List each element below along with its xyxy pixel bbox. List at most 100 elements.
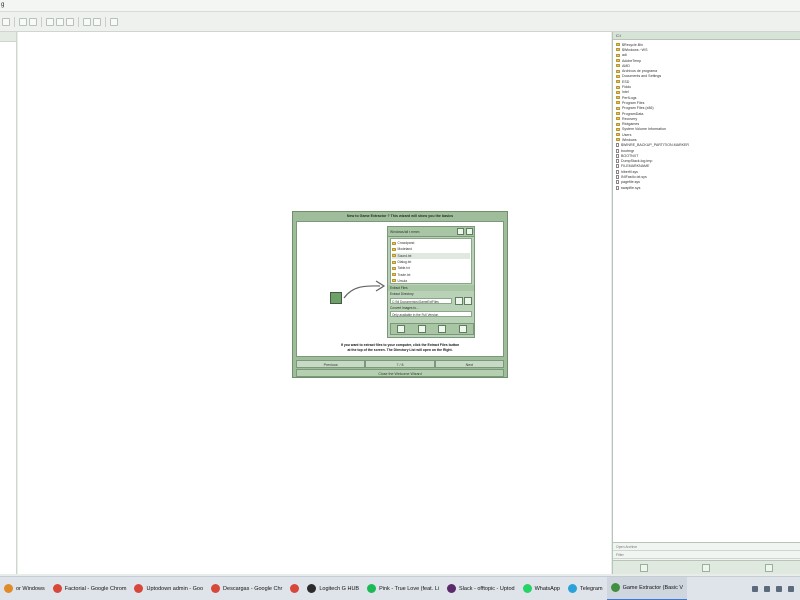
extract-all-icon bbox=[417, 325, 426, 333]
taskbar-item-label: Telegram bbox=[579, 585, 603, 592]
directory-item-label: Program Files (x86) bbox=[622, 106, 654, 111]
directory-item-label: Intel bbox=[622, 90, 629, 95]
extract-files-icon[interactable] bbox=[83, 17, 91, 26]
taskbar-item[interactable]: Slack - offtopic - Uptod bbox=[443, 577, 519, 600]
close-wizard-button[interactable]: Close the Welcome Wizard bbox=[296, 369, 504, 377]
directory-item-label: $Windows.~WS bbox=[622, 47, 648, 52]
taskbar-item-label: Logitech G HUB bbox=[319, 585, 360, 592]
directory-item[interactable]: swapfile.sys bbox=[616, 185, 797, 190]
directory-item-label: Fiddo bbox=[622, 85, 631, 90]
file-icon bbox=[616, 169, 619, 174]
new-archive-icon[interactable] bbox=[2, 17, 10, 26]
directory-item-label: swapfile.sys bbox=[621, 185, 641, 190]
taskbar-item[interactable]: Logitech G HUB bbox=[303, 577, 363, 600]
taskbar-item[interactable]: Factorial - Google Chrom bbox=[49, 577, 131, 600]
directory-item-label: FILEMARKNAME bbox=[621, 164, 650, 169]
file-icon bbox=[616, 159, 619, 164]
directory-path[interactable]: C:\ bbox=[613, 32, 800, 40]
preview-icon[interactable] bbox=[93, 17, 101, 26]
directory-item-label: Program Files bbox=[622, 100, 645, 105]
taskbar-item-label: Descargas - Google Chr bbox=[223, 585, 283, 592]
extract-preview-icon bbox=[438, 325, 447, 333]
demo-panel-path: Windows/all r.mmm bbox=[390, 230, 420, 234]
add-files-icon[interactable] bbox=[46, 17, 54, 26]
toolbar-separator bbox=[78, 16, 79, 27]
open-archive-field[interactable]: Open Archive bbox=[613, 543, 800, 551]
directory-panel-buttons bbox=[613, 560, 800, 574]
folder-icon bbox=[616, 127, 620, 131]
folder-icon bbox=[616, 64, 620, 68]
file-icon bbox=[616, 164, 619, 169]
directory-panel-footer: Open Archive Filter bbox=[613, 542, 800, 574]
file-icon bbox=[616, 153, 619, 158]
taskbar: or Windows Factorial - Google Chrom Uptodo… bbox=[0, 576, 800, 600]
add-icon[interactable] bbox=[702, 563, 711, 572]
network-icon[interactable] bbox=[752, 585, 758, 592]
previous-button[interactable]: Previous bbox=[296, 360, 366, 368]
taskbar-item[interactable]: Pink - True Love (feat. Li bbox=[363, 577, 443, 600]
demo-panel-buttons bbox=[390, 323, 474, 335]
folder-icon bbox=[392, 266, 396, 270]
file-icon bbox=[616, 143, 619, 148]
directory-item-label: $WINRE_BACKUP_PARTITION.MARKER bbox=[621, 143, 689, 148]
directory-item-label: AMD bbox=[622, 63, 630, 68]
directory-item-label: Users bbox=[622, 132, 632, 137]
taskbar-item[interactable] bbox=[286, 577, 303, 600]
folder-icon bbox=[616, 90, 620, 94]
directory-list-panel: C:\ $Recycle.Bin $Windows.~WS adi AdobeTemp… bbox=[612, 32, 800, 574]
options-icon[interactable] bbox=[110, 17, 118, 26]
folder-icon bbox=[392, 279, 396, 283]
window-title: g bbox=[1, 2, 5, 8]
file-icon bbox=[616, 175, 619, 180]
folder-icon bbox=[616, 48, 620, 52]
browse-folder-icon bbox=[455, 297, 463, 305]
file-icon bbox=[616, 148, 619, 153]
wizard-demo-panel: Windows/all r.mmm Crowdpand Modeland Sound… bbox=[387, 226, 475, 338]
app-icon bbox=[290, 584, 300, 593]
volume-icon[interactable] bbox=[764, 585, 770, 592]
taskbar-item[interactable]: WhatsApp bbox=[519, 577, 564, 600]
taskbar-item-label: Factorial - Google Chrom bbox=[64, 585, 127, 592]
toolbar-separator bbox=[41, 16, 42, 27]
extract-save-icon bbox=[458, 325, 467, 333]
left-panel bbox=[0, 32, 17, 574]
folder-icon bbox=[616, 53, 620, 57]
open-archive-icon[interactable] bbox=[19, 17, 27, 26]
rename-files-icon[interactable] bbox=[66, 17, 74, 26]
taskbar-item[interactable]: Game Extractor (Basic V bbox=[606, 576, 688, 600]
directory-list: $Recycle.Bin $Windows.~WS adi AdobeTemp AMD A… bbox=[613, 40, 800, 192]
taskbar-item[interactable]: Descargas - Google Chr bbox=[207, 577, 286, 600]
directory-item-label: System Volume Information bbox=[622, 127, 666, 132]
wizard-title: New to Game Extractor ? This wizard will… bbox=[346, 214, 454, 218]
taskbar-item[interactable]: Uptodown admin - Goo bbox=[130, 577, 207, 600]
folder-icon bbox=[616, 43, 620, 47]
file-icon bbox=[616, 185, 619, 190]
help-line-2: at the top of the screen. The Directory … bbox=[347, 347, 453, 352]
directory-item-label: AdobeTemp bbox=[622, 58, 642, 63]
directory-item-label: ProgramData bbox=[622, 111, 644, 116]
folder-icon bbox=[616, 59, 620, 63]
taskbar-item[interactable]: or Windows bbox=[0, 577, 49, 600]
folder-icon bbox=[616, 122, 620, 126]
demo-list-item-label: Modeland bbox=[397, 247, 412, 252]
save-archive-icon[interactable] bbox=[29, 17, 37, 26]
filter-field[interactable]: Filter bbox=[613, 551, 800, 559]
app-icon bbox=[367, 584, 377, 593]
folder-icon bbox=[616, 85, 620, 89]
file-icon bbox=[616, 180, 619, 185]
battery-icon[interactable] bbox=[776, 585, 782, 592]
remove-files-icon[interactable] bbox=[56, 17, 64, 26]
notification-icon[interactable] bbox=[788, 585, 794, 592]
extract-icon[interactable] bbox=[764, 563, 773, 572]
open-icon[interactable] bbox=[640, 563, 649, 572]
extract-directory-field: C:\Ni Documentos\GameExtFiles bbox=[390, 298, 452, 304]
left-panel-header bbox=[0, 32, 16, 42]
folder-icon bbox=[616, 74, 620, 78]
next-button[interactable]: Next bbox=[434, 360, 504, 368]
taskbar-item[interactable]: Telegram bbox=[564, 577, 607, 600]
check-icon bbox=[466, 228, 473, 235]
directory-item-label: INIFastIo.txt.sys bbox=[621, 175, 647, 180]
app-icon bbox=[134, 584, 144, 593]
demo-list-item-label: Sound.txt bbox=[397, 253, 412, 258]
demo-list-item-label: Dialog.txt bbox=[397, 260, 412, 265]
